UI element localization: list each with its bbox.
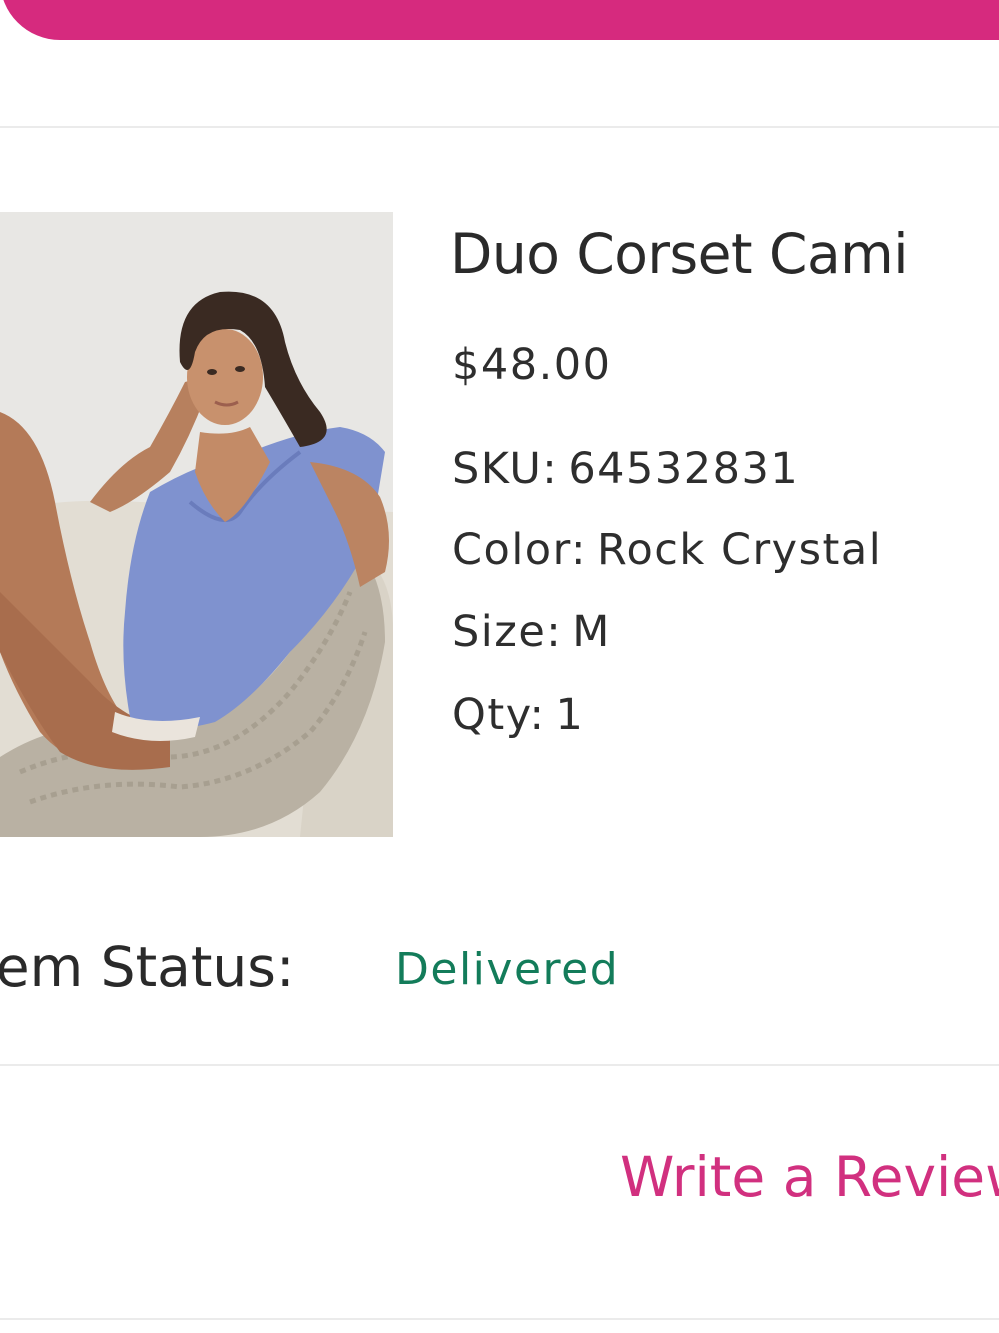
middle-divider	[0, 1064, 999, 1066]
write-review-link[interactable]: Write a Review	[620, 1145, 999, 1209]
header-accent-bar	[0, 0, 999, 40]
product-price: $48.00	[452, 340, 612, 390]
color-row: Color: Rock Crystal	[452, 525, 882, 575]
sku-label: SKU:	[452, 444, 559, 494]
color-value: Rock Crystal	[597, 525, 883, 575]
bottom-divider	[0, 1318, 999, 1320]
order-item-page: Duo Corset Cami $48.00 SKU: 64532831 Colo…	[0, 0, 999, 1333]
size-row: Size: M	[452, 607, 611, 657]
top-divider	[0, 126, 999, 128]
product-image[interactable]	[0, 212, 393, 837]
item-status-value: Delivered	[395, 944, 620, 995]
product-name[interactable]: Duo Corset Cami	[450, 222, 909, 286]
size-value: M	[572, 607, 611, 657]
qty-label: Qty:	[452, 690, 546, 740]
qty-value: 1	[555, 690, 585, 740]
sku-value: 64532831	[568, 444, 800, 494]
item-status-label: Item Status:	[0, 935, 295, 999]
sku-row: SKU: 64532831	[452, 444, 799, 494]
qty-row: Qty: 1	[452, 690, 584, 740]
color-label: Color:	[452, 525, 587, 575]
size-label: Size:	[452, 607, 563, 657]
